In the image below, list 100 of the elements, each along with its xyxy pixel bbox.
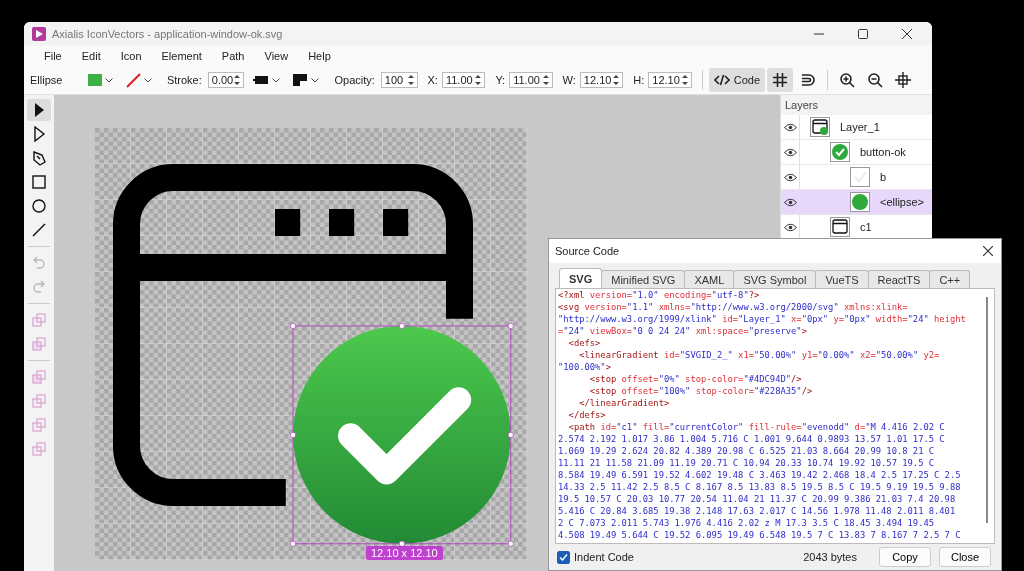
coordinate-field[interactable]: 12.10 bbox=[579, 72, 624, 88]
zoom-in-icon bbox=[839, 72, 856, 88]
copy-button[interactable]: Copy bbox=[879, 547, 931, 567]
code-line: <path id="c1" fill="currentColor" fill-rule="evenodd" d="M 4.416 2.02 C bbox=[567, 421, 946, 433]
layer-name: c1 bbox=[860, 221, 872, 233]
code-size-label: 2043 bytes bbox=[803, 551, 857, 563]
coordinate-label: H: bbox=[633, 74, 645, 86]
close-button[interactable]: Close bbox=[939, 547, 991, 567]
zoom-out-icon bbox=[867, 72, 884, 88]
code-line: 8.584 19.49 6.591 19.52 4.602 19.48 C 3.463 19.42 2.468 18.4 2.5 17.25 C 2.5 bbox=[558, 469, 962, 481]
menu-item[interactable]: Icon bbox=[110, 50, 152, 62]
menu-item[interactable]: File bbox=[34, 50, 72, 62]
code-line: <linearGradient id="SVGID_2_" x1="50.00%" y1="0.00%" x2="50.00%" y2= bbox=[578, 349, 941, 361]
maximize-icon[interactable] bbox=[858, 29, 868, 39]
code-line: </defs> bbox=[567, 409, 607, 421]
menu-item[interactable]: Help bbox=[298, 50, 341, 62]
eye-icon[interactable] bbox=[783, 197, 797, 207]
chevron-icon bbox=[311, 77, 320, 83]
close-icon[interactable] bbox=[983, 246, 993, 256]
layers-panel-title: Layers bbox=[781, 95, 932, 115]
eye-icon[interactable] bbox=[783, 122, 797, 132]
checkmark-icon bbox=[559, 552, 568, 562]
chevron-icon bbox=[143, 77, 152, 83]
check-circle-thumbnail-icon bbox=[830, 142, 850, 162]
code-line: 1.069 19.29 2.624 20.82 4.389 20.98 C 6.525 21.03 8.664 20.99 10.8 21 C bbox=[558, 445, 936, 457]
coordinate-field[interactable]: 12.10 bbox=[648, 72, 692, 88]
fill-color-swatch bbox=[87, 74, 102, 86]
code-line: <?xml version="1.0" encoding="utf-8"?> bbox=[558, 289, 761, 301]
coordinate-field[interactable]: 11.00 bbox=[509, 72, 553, 88]
ellipse-icon bbox=[31, 198, 47, 214]
code-line: 4.508 19.49 5.644 C 19.52 6.095 19.49 6.548 19.5 7 C 13.83 7 8.167 7 2.5 7 C bbox=[558, 529, 962, 541]
code-format-tab[interactable]: VueTS bbox=[815, 270, 869, 288]
layer-name: Layer_1 bbox=[840, 121, 880, 133]
no-stroke-icon bbox=[124, 72, 141, 88]
code-line: 2 C 7.073 2.011 5.743 1.976 4.416 2.02 z M 17.3 3.5 C 18.45 3.494 19.45 bbox=[558, 517, 936, 529]
layer-row[interactable]: button-ok bbox=[781, 140, 932, 165]
code-line: <stop offset="0%" stop-color="#4DC94D"/> bbox=[588, 373, 803, 385]
code-brackets-icon bbox=[713, 74, 730, 86]
code-format-tab[interactable]: XAML bbox=[684, 270, 735, 288]
layer-name: button-ok bbox=[860, 146, 906, 158]
eye-icon[interactable] bbox=[783, 222, 797, 232]
code-view-button[interactable]: Code bbox=[708, 68, 766, 92]
spin-arrows-icon[interactable] bbox=[407, 74, 414, 86]
opacity-field[interactable]: 100 bbox=[380, 72, 418, 88]
code-format-tab[interactable]: SVG bbox=[559, 268, 603, 288]
checkmark-thumbnail-icon bbox=[850, 167, 870, 187]
window-title: Axialis IconVectors - application-window-ok.svg bbox=[52, 28, 283, 40]
menu-item[interactable]: Element bbox=[151, 50, 212, 62]
spin-arrows-icon[interactable] bbox=[234, 74, 241, 86]
dialog-title: Source Code bbox=[555, 245, 620, 257]
app-logo-icon bbox=[32, 27, 46, 41]
chevron-icon bbox=[272, 77, 281, 83]
stroke-field[interactable]: 0.00 bbox=[207, 72, 245, 88]
coordinate-field[interactable]: 11.00 bbox=[441, 72, 486, 88]
code-line: 5.416 C 20.84 3.685 19.38 2.148 17.63 2.017 C 14.56 1.978 11.48 2.011 8.401 bbox=[558, 505, 957, 517]
eye-icon[interactable] bbox=[783, 172, 797, 182]
coordinate-label: W: bbox=[562, 74, 576, 86]
stroke-label: Stroke: bbox=[166, 74, 202, 86]
scrollbar[interactable] bbox=[986, 297, 988, 523]
exclude-icon bbox=[31, 393, 47, 409]
selection-size-badge: 12.10 x 12.10 bbox=[366, 546, 443, 560]
code-format-tab[interactable]: SVG Symbol bbox=[733, 270, 817, 288]
coordinate-label: X: bbox=[427, 74, 438, 86]
code-line: <defs> bbox=[567, 337, 602, 349]
undo-icon bbox=[31, 255, 47, 271]
crosshair-icon bbox=[895, 72, 912, 88]
grid-button[interactable] bbox=[767, 68, 794, 92]
layer-row[interactable]: Layer_1 bbox=[781, 115, 932, 140]
spin-arrows-icon[interactable] bbox=[542, 74, 549, 86]
redo-icon bbox=[31, 279, 47, 295]
layer-row[interactable]: <ellipse> bbox=[781, 190, 932, 215]
menu-item[interactable]: Edit bbox=[71, 50, 111, 62]
code-line: <svg version="1.1" xmlns="http://www.w3.org/2000/svg" xmlns:xlink= bbox=[558, 301, 909, 313]
code-line: 19.5 10.57 C 20.03 10.77 20.54 11.04 21 11.37 C 20.99 9.386 21.03 7.4 20.98 bbox=[558, 493, 957, 505]
opacity-label: Opacity: bbox=[334, 74, 375, 86]
menu-item[interactable]: Path bbox=[211, 50, 255, 62]
element-type-label: Ellipse bbox=[30, 74, 64, 86]
layer-name: <ellipse> bbox=[880, 196, 925, 208]
code-line: 2.574 2.192 1.017 3.86 1.004 5.716 C 1.001 9.644 0.9893 13.57 1.01 17.5 C bbox=[558, 433, 946, 445]
rect-icon bbox=[31, 174, 47, 190]
window-check-thumbnail-icon bbox=[810, 117, 830, 137]
eye-icon[interactable] bbox=[783, 147, 797, 157]
spin-arrows-icon[interactable] bbox=[475, 74, 482, 86]
circle-thumbnail-icon bbox=[850, 192, 870, 212]
spin-arrows-icon[interactable] bbox=[613, 74, 620, 86]
code-line: </linearGradient> bbox=[578, 397, 671, 409]
code-format-tab[interactable]: C++ bbox=[929, 270, 971, 288]
code-format-tab[interactable]: ReactTS bbox=[867, 270, 931, 288]
menu-item[interactable]: View bbox=[254, 50, 299, 62]
line-join-icon bbox=[292, 73, 309, 87]
select-tool-button[interactable] bbox=[27, 99, 51, 121]
code-line: "http://www.w3.org/1999/xlink" id="Layer_1" x="0px" y="0px" width="24" height bbox=[558, 313, 967, 325]
intersect-icon bbox=[31, 369, 47, 385]
indent-code-checkbox[interactable]: Indent Code bbox=[557, 550, 634, 564]
close-icon[interactable] bbox=[902, 29, 912, 39]
code-line: 14.33 2.5 11.42 2.5 8.5 C 8.167 8.5 13.83 8.5 19.5 8.5 C 19.5 9.19 19.5 9.88 bbox=[558, 481, 962, 493]
divide-icon bbox=[31, 417, 47, 433]
spin-arrows-icon[interactable] bbox=[681, 74, 688, 86]
code-format-tab[interactable]: Minified SVG bbox=[601, 270, 686, 288]
code-line: ="24" viewBox="0 0 24 24" xml:space="preserve"> bbox=[558, 325, 808, 337]
